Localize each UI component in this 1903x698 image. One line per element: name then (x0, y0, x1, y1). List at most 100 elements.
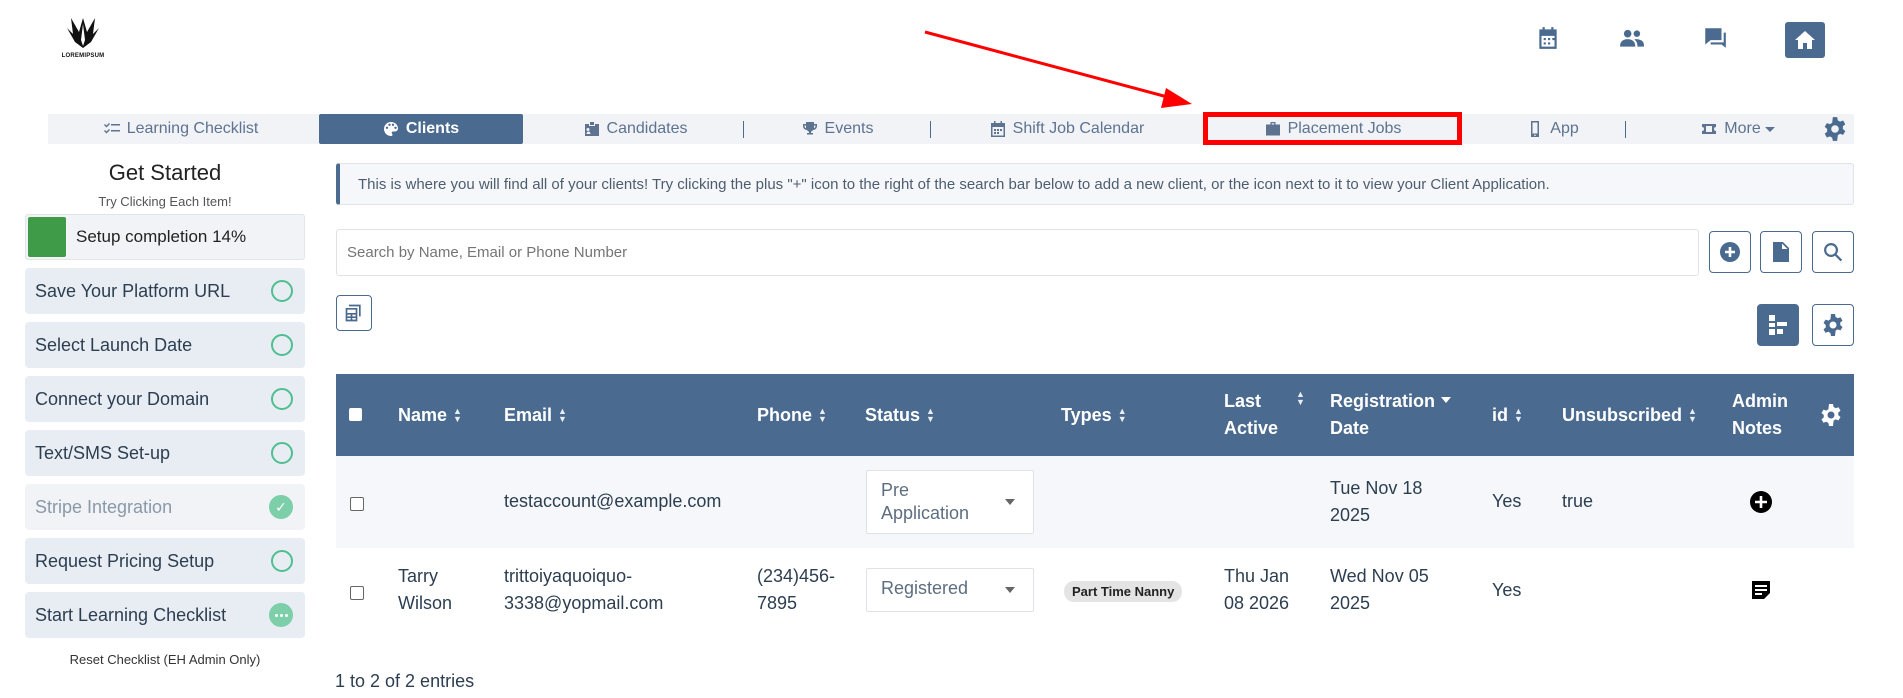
users-icon[interactable] (1612, 20, 1652, 56)
chevron-down-icon (1005, 499, 1015, 505)
date-line: 2025 (1330, 593, 1371, 613)
checklist-item-platform-url[interactable]: Save Your Platform URL (25, 268, 305, 314)
trophy-icon (802, 122, 817, 135)
status-value: Registered (881, 578, 969, 598)
checklist-item-label: Connect your Domain (35, 388, 210, 409)
table-settings-button[interactable] (1812, 304, 1854, 346)
checklist-item-connect-domain[interactable]: Connect your Domain (25, 376, 305, 422)
tab-app[interactable]: App (1468, 114, 1638, 144)
mobile-icon (1531, 121, 1540, 137)
tab-label: Clients (405, 120, 460, 137)
column-label: id (1492, 404, 1508, 425)
get-started-sidebar: Get Started Try Clicking Each Item! Setu… (25, 160, 305, 667)
checklist-item-label: Start Learning Checklist (35, 604, 227, 625)
checklist-item-label: Stripe Integration (35, 496, 173, 517)
date-line: Thu Jan (1224, 566, 1290, 586)
checklist-item-pricing[interactable]: Request Pricing Setup (25, 538, 305, 584)
chat-icon[interactable] (1695, 20, 1735, 56)
note-icon[interactable] (1749, 578, 1773, 602)
column-header-email[interactable]: Email ▲ ▼ (504, 374, 567, 456)
phone-line: 7895 (757, 593, 798, 613)
cell-last-active: Thu Jan 08 2026 (1224, 563, 1289, 617)
table-row[interactable]: Tarry Wilson trittoiyaquoiquo- 3338@yopm… (336, 548, 1854, 636)
checklist-item-launch-date[interactable]: Select Launch Date (25, 322, 305, 368)
sort-desc-icon (1441, 397, 1452, 403)
tab-shift-job-calendar[interactable]: Shift Job Calendar (932, 114, 1202, 144)
nav-settings-gear-icon[interactable] (1822, 116, 1848, 142)
sort-icon: ▲ ▼ (1296, 389, 1305, 407)
column-header-id[interactable]: id ▲ ▼ (1492, 374, 1523, 456)
entries-count: 1 to 2 of 2 entries (335, 671, 475, 691)
logo-text: LOREMIPSUM (61, 53, 105, 59)
client-application-button[interactable] (1760, 231, 1802, 273)
status-value: Application (881, 503, 970, 523)
column-label: Name (398, 404, 448, 425)
palette-icon (383, 122, 398, 136)
id-badge-icon (584, 122, 599, 136)
email-line: 3338@yopmail.com (504, 593, 664, 613)
column-header-unsubscribed[interactable]: Unsubscribed ▲ ▼ (1562, 374, 1697, 456)
checklist-item-sms-setup[interactable]: Text/SMS Set-up (25, 430, 305, 476)
progress-fill (28, 217, 66, 257)
column-header-registration-date[interactable]: Registration Date (1330, 374, 1452, 456)
cell-id: Yes (1492, 491, 1522, 511)
main-nav: Learning Checklist Clients Candidates Ev… (48, 114, 1854, 144)
column-label: Last (1224, 391, 1262, 411)
search-button[interactable] (1812, 231, 1854, 273)
check-circle-icon: ✓ (269, 495, 293, 519)
circle-outline-icon (271, 334, 293, 356)
calendar-icon (990, 121, 1005, 137)
ellipsis-circle-icon (269, 603, 293, 627)
name-line: Wilson (398, 593, 453, 613)
clients-info-banner: This is where you will find all of your … (336, 163, 1854, 205)
export-button[interactable] (336, 295, 372, 331)
logo-mark-icon (67, 18, 99, 48)
column-header-status[interactable]: Status ▲ ▼ (865, 374, 935, 456)
home-icon (1795, 31, 1815, 49)
tab-clients[interactable]: Clients (319, 114, 523, 144)
search-icon (1824, 243, 1843, 262)
row-checkbox[interactable] (350, 497, 364, 511)
status-select[interactable]: Registered (866, 568, 1034, 612)
reset-checklist-link[interactable]: Reset Checklist (EH Admin Only) (25, 652, 305, 667)
status-select[interactable]: Pre Application (866, 470, 1034, 534)
sort-icon: ▲ ▼ (818, 406, 827, 424)
checklist-item-label: Text/SMS Set-up (35, 442, 171, 463)
columns-settings-gear-icon[interactable] (1819, 374, 1843, 456)
setup-progress-bar: Setup completion 14% (25, 214, 305, 260)
column-layout-button[interactable] (1757, 304, 1799, 346)
sort-icon: ▲ ▼ (1514, 406, 1523, 424)
tab-learning-checklist[interactable]: Learning Checklist (48, 114, 314, 144)
client-search-input[interactable] (336, 229, 1699, 276)
column-header-admin-notes[interactable]: Admin Notes (1732, 374, 1788, 456)
sort-icon: ▲ ▼ (453, 406, 462, 424)
column-header-name[interactable]: Name ▲ ▼ (398, 374, 462, 456)
tab-events[interactable]: Events (745, 114, 930, 144)
sort-icon: ▲ ▼ (1688, 406, 1697, 424)
tab-label: More (1724, 120, 1761, 137)
home-button[interactable] (1785, 22, 1825, 58)
table-row[interactable]: testaccount@example.com Pre Application … (336, 456, 1854, 548)
add-note-icon[interactable] (1749, 490, 1773, 514)
tab-label: Events (824, 120, 874, 137)
select-all-checkbox[interactable] (349, 408, 362, 421)
chevron-down-icon (1005, 587, 1015, 593)
add-client-button[interactable] (1709, 231, 1751, 273)
chevron-down-icon (1764, 126, 1775, 132)
checklist-item-stripe[interactable]: Stripe Integration ✓ (25, 484, 305, 530)
checklist-item-learning[interactable]: Start Learning Checklist (25, 592, 305, 638)
tab-candidates[interactable]: Candidates (528, 114, 743, 144)
row-checkbox[interactable] (350, 586, 364, 600)
calendar-icon[interactable] (1528, 20, 1568, 56)
ticket-icon (1702, 124, 1717, 134)
brand-logo[interactable]: LOREMIPSUM (60, 14, 106, 64)
tab-more[interactable]: More (1638, 114, 1838, 144)
column-label: Status (865, 404, 921, 425)
column-header-last-active[interactable]: Last Active ▲ ▼ (1224, 374, 1305, 456)
column-header-types[interactable]: Types ▲ ▼ (1061, 374, 1127, 456)
column-label: Registration (1330, 391, 1436, 411)
tab-label: Candidates (606, 120, 688, 137)
column-label: Active (1224, 418, 1279, 438)
checklist-icon (103, 123, 120, 134)
column-header-phone[interactable]: Phone ▲ ▼ (757, 374, 827, 456)
